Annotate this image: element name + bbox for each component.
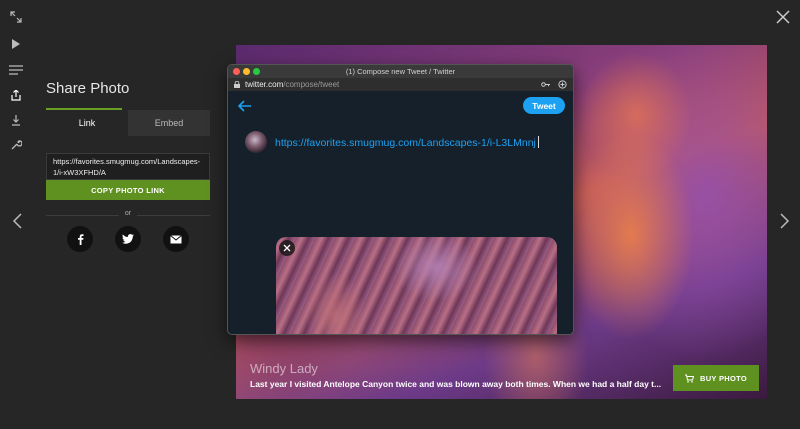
- twitter-share-button[interactable]: [115, 226, 141, 252]
- back-arrow-icon[interactable]: [237, 99, 252, 112]
- facebook-icon: [78, 234, 84, 245]
- extension-icon[interactable]: [558, 80, 567, 89]
- maximize-window-button[interactable]: [253, 68, 260, 75]
- url-host: twitter.com: [245, 80, 284, 89]
- tweet-button[interactable]: Tweet: [523, 97, 565, 114]
- twitter-compose-window: (1) Compose new Tweet / Twitter twitter.…: [227, 64, 574, 335]
- social-buttons: [46, 226, 210, 252]
- window-title: (1) Compose new Tweet / Twitter: [345, 67, 456, 76]
- tweet-text: https://favorites.smugmug.com/Landscapes…: [275, 137, 536, 149]
- previous-photo-icon[interactable]: [11, 212, 25, 230]
- lock-icon: [234, 81, 240, 88]
- attached-photo-preview: [276, 237, 557, 334]
- email-share-button[interactable]: [163, 226, 189, 252]
- share-icon[interactable]: [8, 87, 24, 103]
- tab-embed[interactable]: Embed: [128, 110, 210, 136]
- close-window-button[interactable]: [233, 68, 240, 75]
- share-title: Share Photo: [46, 80, 130, 97]
- or-label: or: [118, 210, 138, 217]
- cart-icon: [684, 374, 694, 383]
- url-bar-actions: [541, 80, 567, 89]
- key-icon[interactable]: [541, 80, 550, 89]
- photo-caption: Windy Lady Last year I visited Antelope …: [250, 361, 661, 389]
- close-icon[interactable]: [774, 8, 792, 26]
- photo-description[interactable]: Last year I visited Antelope Canyon twic…: [250, 379, 661, 389]
- facebook-share-button[interactable]: [67, 226, 93, 252]
- email-icon: [170, 234, 182, 243]
- copy-photo-link-button[interactable]: COPY PHOTO LINK: [46, 180, 210, 200]
- tab-link[interactable]: Link: [46, 110, 128, 136]
- or-divider: or: [46, 210, 210, 220]
- fullscreen-icon[interactable]: [8, 9, 24, 25]
- menu-icon[interactable]: [8, 62, 24, 78]
- photo-link-field[interactable]: https://favorites.smugmug.com/Landscapes…: [46, 153, 210, 180]
- remove-attachment-button[interactable]: [279, 240, 295, 256]
- avatar: [245, 131, 267, 153]
- twitter-icon: [122, 234, 134, 244]
- buy-photo-label: BUY PHOTO: [699, 373, 747, 383]
- url-path: /compose/tweet: [283, 80, 340, 89]
- tweet-text-input[interactable]: https://favorites.smugmug.com/Landscapes…: [275, 136, 539, 149]
- window-titlebar: (1) Compose new Tweet / Twitter: [228, 65, 573, 78]
- photo-title: Windy Lady: [250, 361, 318, 376]
- share-tabs: Link Embed: [46, 110, 210, 136]
- tools-icon[interactable]: [8, 136, 24, 152]
- buy-photo-button[interactable]: BUY PHOTO: [673, 365, 759, 391]
- tweet-composer: Tweet https://favorites.smugmug.com/Land…: [228, 91, 573, 334]
- text-caret: [537, 136, 539, 148]
- play-icon[interactable]: [8, 36, 24, 52]
- next-photo-icon[interactable]: [777, 212, 791, 230]
- url-bar[interactable]: twitter.com/compose/tweet: [228, 78, 573, 91]
- close-icon: [283, 244, 291, 252]
- minimize-window-button[interactable]: [243, 68, 250, 75]
- download-icon[interactable]: [8, 112, 24, 128]
- share-panel: Share Photo Link Embed https://favorites…: [46, 80, 210, 252]
